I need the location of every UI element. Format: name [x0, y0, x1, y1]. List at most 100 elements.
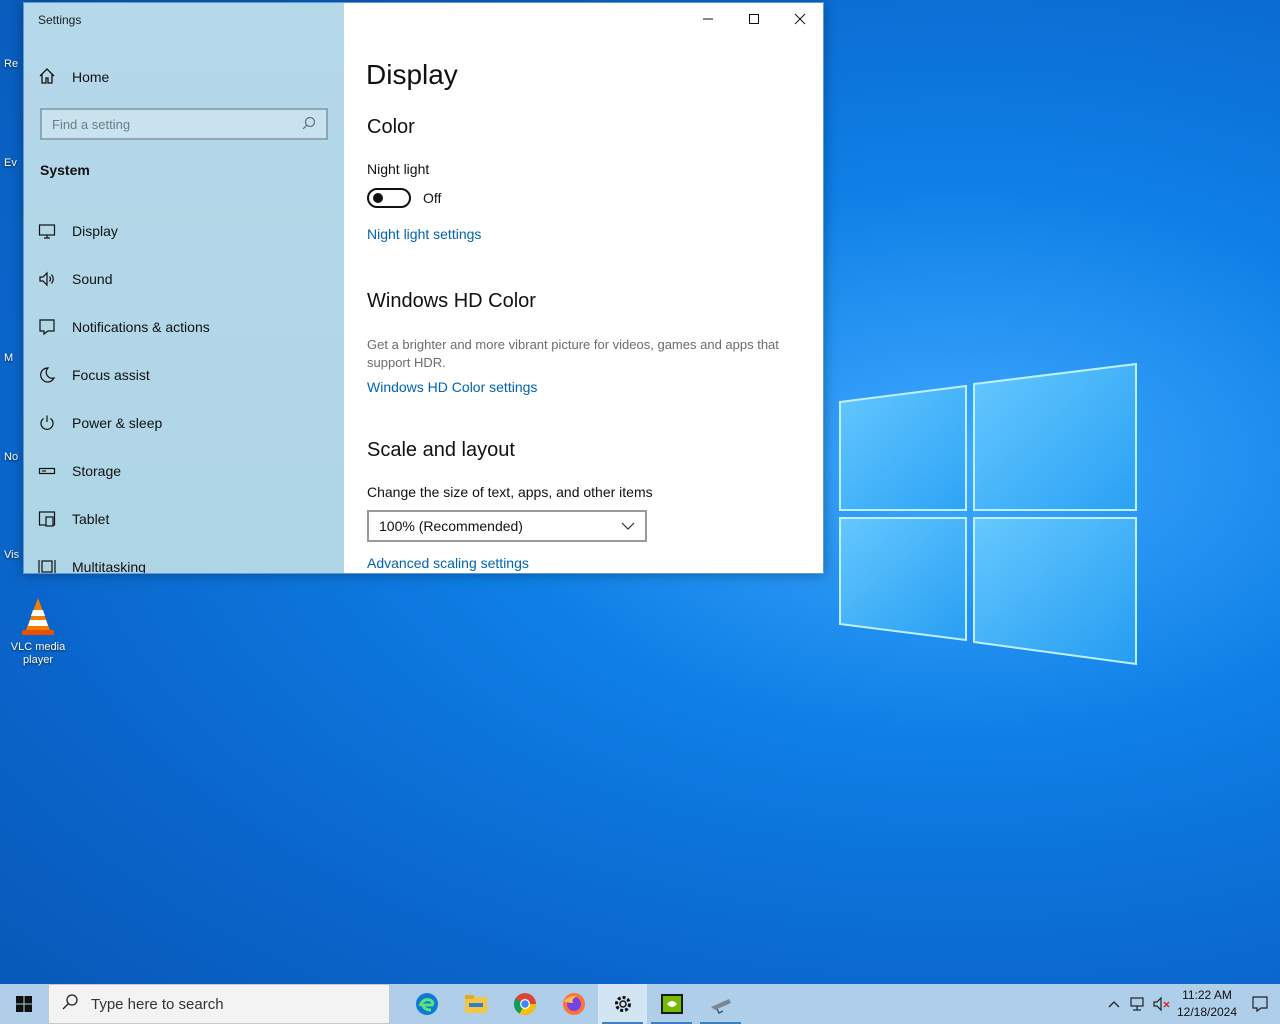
- minimize-icon: [703, 18, 713, 20]
- main-content: Display Color Night light Off Night ligh…: [344, 3, 823, 573]
- search-icon: [61, 993, 79, 1015]
- multitasking-icon: [38, 558, 56, 573]
- settings-window: Settings Home System Display: [23, 2, 824, 574]
- scale-dropdown-value: 100% (Recommended): [379, 518, 523, 534]
- show-hidden-icons-button[interactable]: [1102, 999, 1126, 1009]
- taskbar-app-file-explorer[interactable]: [451, 984, 500, 1024]
- advanced-scaling-link[interactable]: Advanced scaling settings: [367, 555, 529, 571]
- sidebar-item-storage[interactable]: Storage: [38, 447, 210, 495]
- taskbar-app-edge[interactable]: [402, 984, 451, 1024]
- sidebar-item-focus-assist[interactable]: Focus assist: [38, 351, 210, 399]
- taskbar-search[interactable]: Type here to search: [48, 984, 390, 1024]
- search-icon[interactable]: [302, 116, 316, 133]
- action-center-button[interactable]: [1240, 995, 1280, 1013]
- taskbar-app-misc[interactable]: [696, 984, 745, 1024]
- chevron-down-icon: [621, 518, 635, 534]
- network-button[interactable]: [1126, 996, 1150, 1012]
- night-light-label: Night light: [367, 161, 430, 177]
- desktop-icon-partial[interactable]: No: [4, 451, 24, 463]
- desktop-icon-label: VLC media player: [10, 641, 66, 666]
- storage-icon: [38, 462, 56, 480]
- maximize-icon: [749, 14, 759, 24]
- maximize-button[interactable]: [731, 3, 777, 35]
- tablet-icon: [38, 510, 56, 528]
- start-button[interactable]: [0, 984, 48, 1024]
- night-light-state: Off: [423, 190, 442, 206]
- nav-home-label: Home: [72, 69, 110, 85]
- windows-start-icon: [16, 996, 32, 1012]
- file-explorer-icon: [464, 995, 487, 1013]
- sidebar-group-label: System: [40, 162, 90, 178]
- caption-buttons: [685, 3, 823, 35]
- scale-dropdown[interactable]: 100% (Recommended): [367, 510, 647, 542]
- sidebar-item-label: Storage: [72, 463, 122, 479]
- system-tray: 11:22 AM 12/18/2024: [1102, 984, 1280, 1024]
- minimize-button[interactable]: [685, 3, 731, 35]
- sidebar-item-sound[interactable]: Sound: [38, 255, 210, 303]
- search-box[interactable]: [40, 108, 328, 140]
- sidebar-item-label: Tablet: [72, 511, 110, 527]
- sidebar-nav: Display Sound Notifications & actions Fo…: [38, 207, 210, 573]
- sidebar-item-label: Focus assist: [72, 367, 150, 383]
- sidebar-item-notifications[interactable]: Notifications & actions: [38, 303, 210, 351]
- sidebar-item-label: Sound: [72, 271, 113, 287]
- taskbar-search-placeholder: Type here to search: [91, 995, 224, 1013]
- desktop-icon-partial[interactable]: Ev: [4, 157, 24, 169]
- chevron-up-icon: [1108, 1001, 1120, 1008]
- clock-date: 12/18/2024: [1176, 1005, 1238, 1019]
- page-title: Display: [366, 59, 458, 90]
- taskbar-app-chrome[interactable]: [500, 984, 549, 1024]
- taskbar: Type here to search 11:22 AM 12/18/2024: [0, 984, 1280, 1024]
- settings-icon: [614, 996, 631, 1012]
- vlc-icon: [17, 596, 59, 638]
- section-heading-hd-color: Windows HD Color: [367, 290, 536, 312]
- nvidia-icon: [660, 994, 683, 1014]
- taskbar-apps: [402, 984, 745, 1024]
- sidebar-item-power-sleep[interactable]: Power & sleep: [38, 399, 210, 447]
- monitor-icon: [38, 222, 56, 240]
- taskbar-app-settings[interactable]: [598, 984, 647, 1024]
- taskbar-clock[interactable]: 11:22 AM 12/18/2024: [1174, 987, 1240, 1021]
- nav-home[interactable]: Home: [38, 65, 109, 89]
- desktop-icon-partial[interactable]: M: [4, 352, 24, 364]
- notifications-icon: [1252, 996, 1268, 1013]
- network-icon: [1130, 997, 1144, 1011]
- windows-logo-wallpaper: [838, 362, 1138, 667]
- night-light-toggle-row: Off: [367, 188, 441, 208]
- sidebar-item-label: Power & sleep: [72, 415, 163, 431]
- hd-color-description: Get a brighter and more vibrant picture …: [367, 337, 779, 370]
- sidebar-item-multitasking[interactable]: Multitasking: [38, 543, 210, 573]
- scale-label: Change the size of text, apps, and other…: [367, 484, 653, 500]
- power-icon: [38, 414, 56, 432]
- sidebar-item-tablet[interactable]: Tablet: [38, 495, 210, 543]
- speaker-muted-icon: [1153, 996, 1170, 1012]
- section-heading-scale: Scale and layout: [367, 439, 515, 461]
- search-input[interactable]: [52, 116, 302, 132]
- close-button[interactable]: [777, 3, 823, 35]
- close-icon: [794, 13, 806, 25]
- app-icon: [710, 999, 731, 1015]
- sidebar-item-label: Notifications & actions: [72, 319, 210, 335]
- chrome-icon: [513, 993, 536, 1015]
- taskbar-app-firefox[interactable]: [549, 984, 598, 1024]
- hd-color-settings-link[interactable]: Windows HD Color settings: [367, 379, 537, 395]
- home-icon: [38, 67, 56, 88]
- desktop-icon-partial[interactable]: Vis: [4, 549, 24, 561]
- sidebar-item-label: Display: [72, 223, 118, 239]
- edge-icon: [415, 993, 438, 1015]
- clock-time: 11:22 AM: [1182, 988, 1232, 1002]
- taskbar-app-nvidia[interactable]: [647, 984, 696, 1024]
- desktop-icon-vlc[interactable]: VLC media player: [2, 596, 74, 667]
- section-heading-color: Color: [367, 116, 415, 138]
- night-light-settings-link[interactable]: Night light settings: [367, 226, 481, 242]
- night-light-toggle[interactable]: [367, 188, 411, 208]
- moon-icon: [38, 366, 56, 384]
- message-icon: [38, 318, 56, 336]
- sidebar-item-display[interactable]: Display: [38, 207, 210, 255]
- volume-button[interactable]: [1150, 996, 1174, 1012]
- desktop-icon-partial[interactable]: Re: [4, 58, 24, 70]
- speaker-icon: [38, 270, 56, 288]
- sidebar: Settings Home System Display: [24, 3, 344, 573]
- window-title: Settings: [38, 13, 82, 27]
- firefox-icon: [562, 993, 585, 1015]
